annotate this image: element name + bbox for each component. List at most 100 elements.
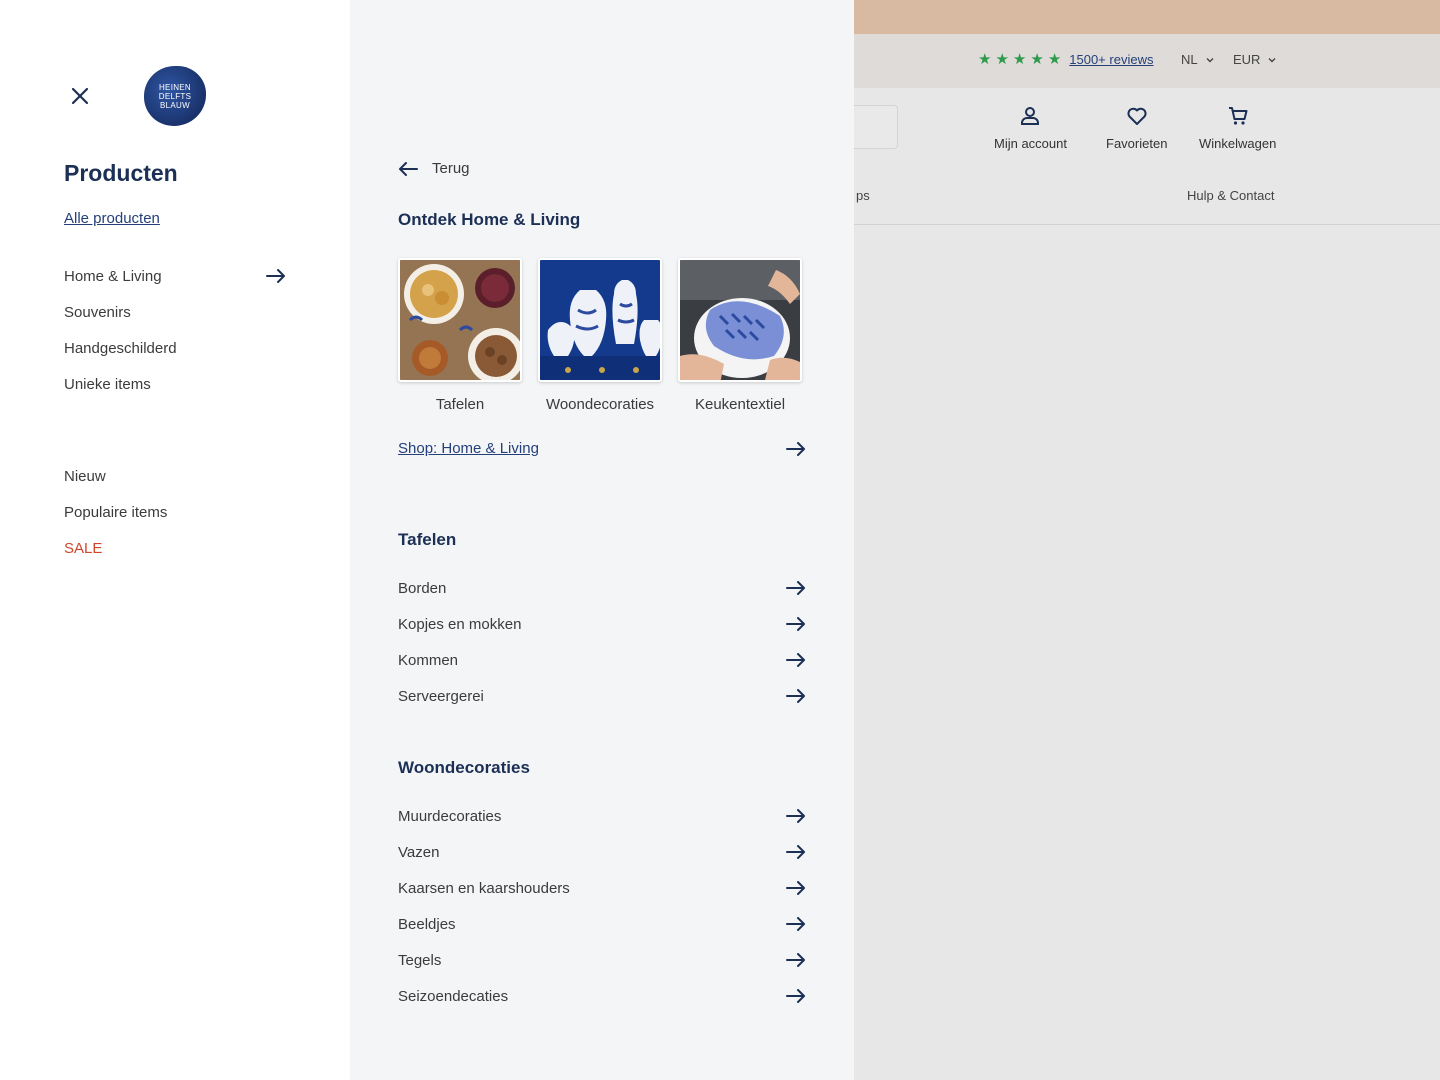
subcategory-label: Seizoendecaties xyxy=(398,987,509,1005)
menu-item-label: Populaire items xyxy=(64,503,168,521)
discover-heading: Ontdek Home & Living xyxy=(398,210,581,229)
arrow-right-icon xyxy=(786,653,805,667)
subcategory-label: Serveergerei xyxy=(398,687,484,705)
currency-select[interactable]: EUR xyxy=(1233,52,1276,67)
keukentextiel-image xyxy=(678,258,802,382)
tile-woondecoraties[interactable]: Woondecoraties xyxy=(538,258,662,413)
language-select[interactable]: NL xyxy=(1181,52,1214,67)
arrow-right-icon xyxy=(786,917,805,931)
tafelen-list: Borden Kopjes en mokken Kommen Serveerge… xyxy=(398,570,806,714)
account-button[interactable]: Mijn account xyxy=(994,104,1067,151)
secondary-menu: Nieuw Populaire items SALE xyxy=(64,458,286,566)
subcategory-label: Borden xyxy=(398,579,447,597)
tile-label: Tafelen xyxy=(435,396,485,413)
subcategory-label: Kopjes en mokken xyxy=(398,615,522,633)
subcategory-label: Tegels xyxy=(398,951,442,969)
subcategory-serveergerei[interactable]: Serveergerei xyxy=(398,678,806,714)
subcategory-label: Kommen xyxy=(398,651,459,669)
subcategory-vazen[interactable]: Vazen xyxy=(398,834,806,870)
category-tiles: Tafelen Woondecoraties Keukentextiel xyxy=(398,258,802,413)
all-products-link[interactable]: Alle producten xyxy=(64,210,160,227)
tile-tafelen[interactable]: Tafelen xyxy=(398,258,522,413)
cart-button[interactable]: Winkelwagen xyxy=(1199,104,1276,151)
back-label: Terug xyxy=(432,160,470,177)
menu-item-label: Handgeschilderd xyxy=(64,339,177,357)
subcategory-kopjes-en-mokken[interactable]: Kopjes en mokken xyxy=(398,606,806,642)
logo-text-line: DELFTS xyxy=(158,91,192,101)
star-icon: ★ xyxy=(978,51,992,68)
subcategory-tegels[interactable]: Tegels xyxy=(398,942,806,978)
tafelen-heading: Tafelen xyxy=(398,530,457,549)
star-icon: ★ xyxy=(1030,51,1044,68)
menu-item-label: Home & Living xyxy=(64,267,162,285)
subcategory-beeldjes[interactable]: Beeldjes xyxy=(398,906,806,942)
woondecoraties-image xyxy=(538,258,662,382)
shop-link-label: Shop: Home & Living xyxy=(398,440,539,457)
header-divider xyxy=(854,224,1440,225)
submenu-panel: Terug Ontdek Home & Living Tafelen Woond… xyxy=(350,0,854,1080)
subcategory-borden[interactable]: Borden xyxy=(398,570,806,606)
favorites-label: Favorieten xyxy=(1106,136,1168,151)
shop-home-living-link[interactable]: Shop: Home & Living xyxy=(398,440,806,457)
arrow-right-icon xyxy=(786,845,805,859)
menu-item-label: Unieke items xyxy=(64,375,151,393)
tile-label: Woondecoraties xyxy=(545,396,655,413)
logo-text-line: BLAUW xyxy=(160,100,190,110)
star-icon: ★ xyxy=(1047,51,1062,68)
account-label: Mijn account xyxy=(994,136,1067,151)
subcategory-label: Beeldjes xyxy=(398,915,456,933)
subcategory-label: Vazen xyxy=(398,843,440,861)
currency-value: EUR xyxy=(1233,52,1261,67)
subcategory-kaarsen-en-kaarshouders[interactable]: Kaarsen en kaarshouders xyxy=(398,870,806,906)
help-contact-link[interactable]: Hulp & Contact xyxy=(1187,188,1274,203)
menu-item-nieuw[interactable]: Nieuw xyxy=(64,458,286,494)
menu-drawer: HEINEN DELFTS BLAUW Producten Alle produ… xyxy=(0,0,350,1080)
arrow-right-icon xyxy=(786,881,805,895)
menu-item-sale[interactable]: SALE xyxy=(64,530,286,566)
arrow-right-icon xyxy=(786,441,805,456)
reviews-rating: ★ ★ ★ ★ ★ 1500+ reviews xyxy=(978,50,1153,68)
favorites-button[interactable]: Favorieten xyxy=(1106,104,1167,151)
arrow-right-icon xyxy=(786,809,805,823)
back-button[interactable]: Terug xyxy=(398,160,470,177)
nav-link-partial[interactable]: ps xyxy=(856,188,870,203)
chevron-down-icon xyxy=(1206,57,1214,62)
menu-item-souvenirs[interactable]: Souvenirs xyxy=(64,294,286,330)
menu-item-handgeschilderd[interactable]: Handgeschilderd xyxy=(64,330,286,366)
subcategory-label: Muurdecoraties xyxy=(398,807,502,825)
heart-icon xyxy=(1127,107,1147,125)
arrow-right-icon xyxy=(786,581,805,595)
close-icon xyxy=(71,87,89,105)
woondecoraties-list: Muurdecoraties Vazen Kaarsen en kaarshou… xyxy=(398,798,806,1014)
arrow-right-icon xyxy=(786,689,805,703)
menu-item-label: Souvenirs xyxy=(64,303,131,321)
menu-item-label: SALE xyxy=(64,539,103,557)
woondecoraties-heading: Woondecoraties xyxy=(398,758,530,777)
chevron-down-icon xyxy=(1268,57,1276,62)
arrow-right-icon xyxy=(786,953,805,967)
cart-icon xyxy=(1228,107,1248,125)
close-button[interactable] xyxy=(66,82,94,110)
reviews-link[interactable]: 1500+ reviews xyxy=(1069,52,1153,67)
cart-label: Winkelwagen xyxy=(1199,136,1277,151)
tile-label: Keukentextiel xyxy=(694,396,786,413)
subcategory-kommen[interactable]: Kommen xyxy=(398,642,806,678)
arrow-right-icon xyxy=(786,989,805,1003)
menu-item-unieke-items[interactable]: Unieke items xyxy=(64,366,286,402)
language-value: NL xyxy=(1181,52,1198,67)
drawer-title: Producten xyxy=(64,160,178,186)
primary-menu: Home & Living Souvenirs Handgeschilderd … xyxy=(64,258,286,402)
menu-item-home-living[interactable]: Home & Living xyxy=(64,258,286,294)
subcategory-label: Kaarsen en kaarshouders xyxy=(398,879,570,897)
tafelen-image xyxy=(398,258,522,382)
subcategory-seizoendecaties[interactable]: Seizoendecaties xyxy=(398,978,806,1014)
subcategory-muurdecoraties[interactable]: Muurdecoraties xyxy=(398,798,806,834)
arrow-right-icon xyxy=(786,617,805,631)
menu-item-populaire-items[interactable]: Populaire items xyxy=(64,494,286,530)
tile-keukentextiel[interactable]: Keukentextiel xyxy=(678,258,802,413)
logo-text-line: HEINEN xyxy=(158,82,192,92)
star-icon: ★ xyxy=(1012,51,1027,68)
arrow-left-icon xyxy=(399,161,418,176)
arrow-right-icon xyxy=(266,269,285,283)
brand-logo[interactable]: HEINEN DELFTS BLAUW xyxy=(144,66,206,126)
